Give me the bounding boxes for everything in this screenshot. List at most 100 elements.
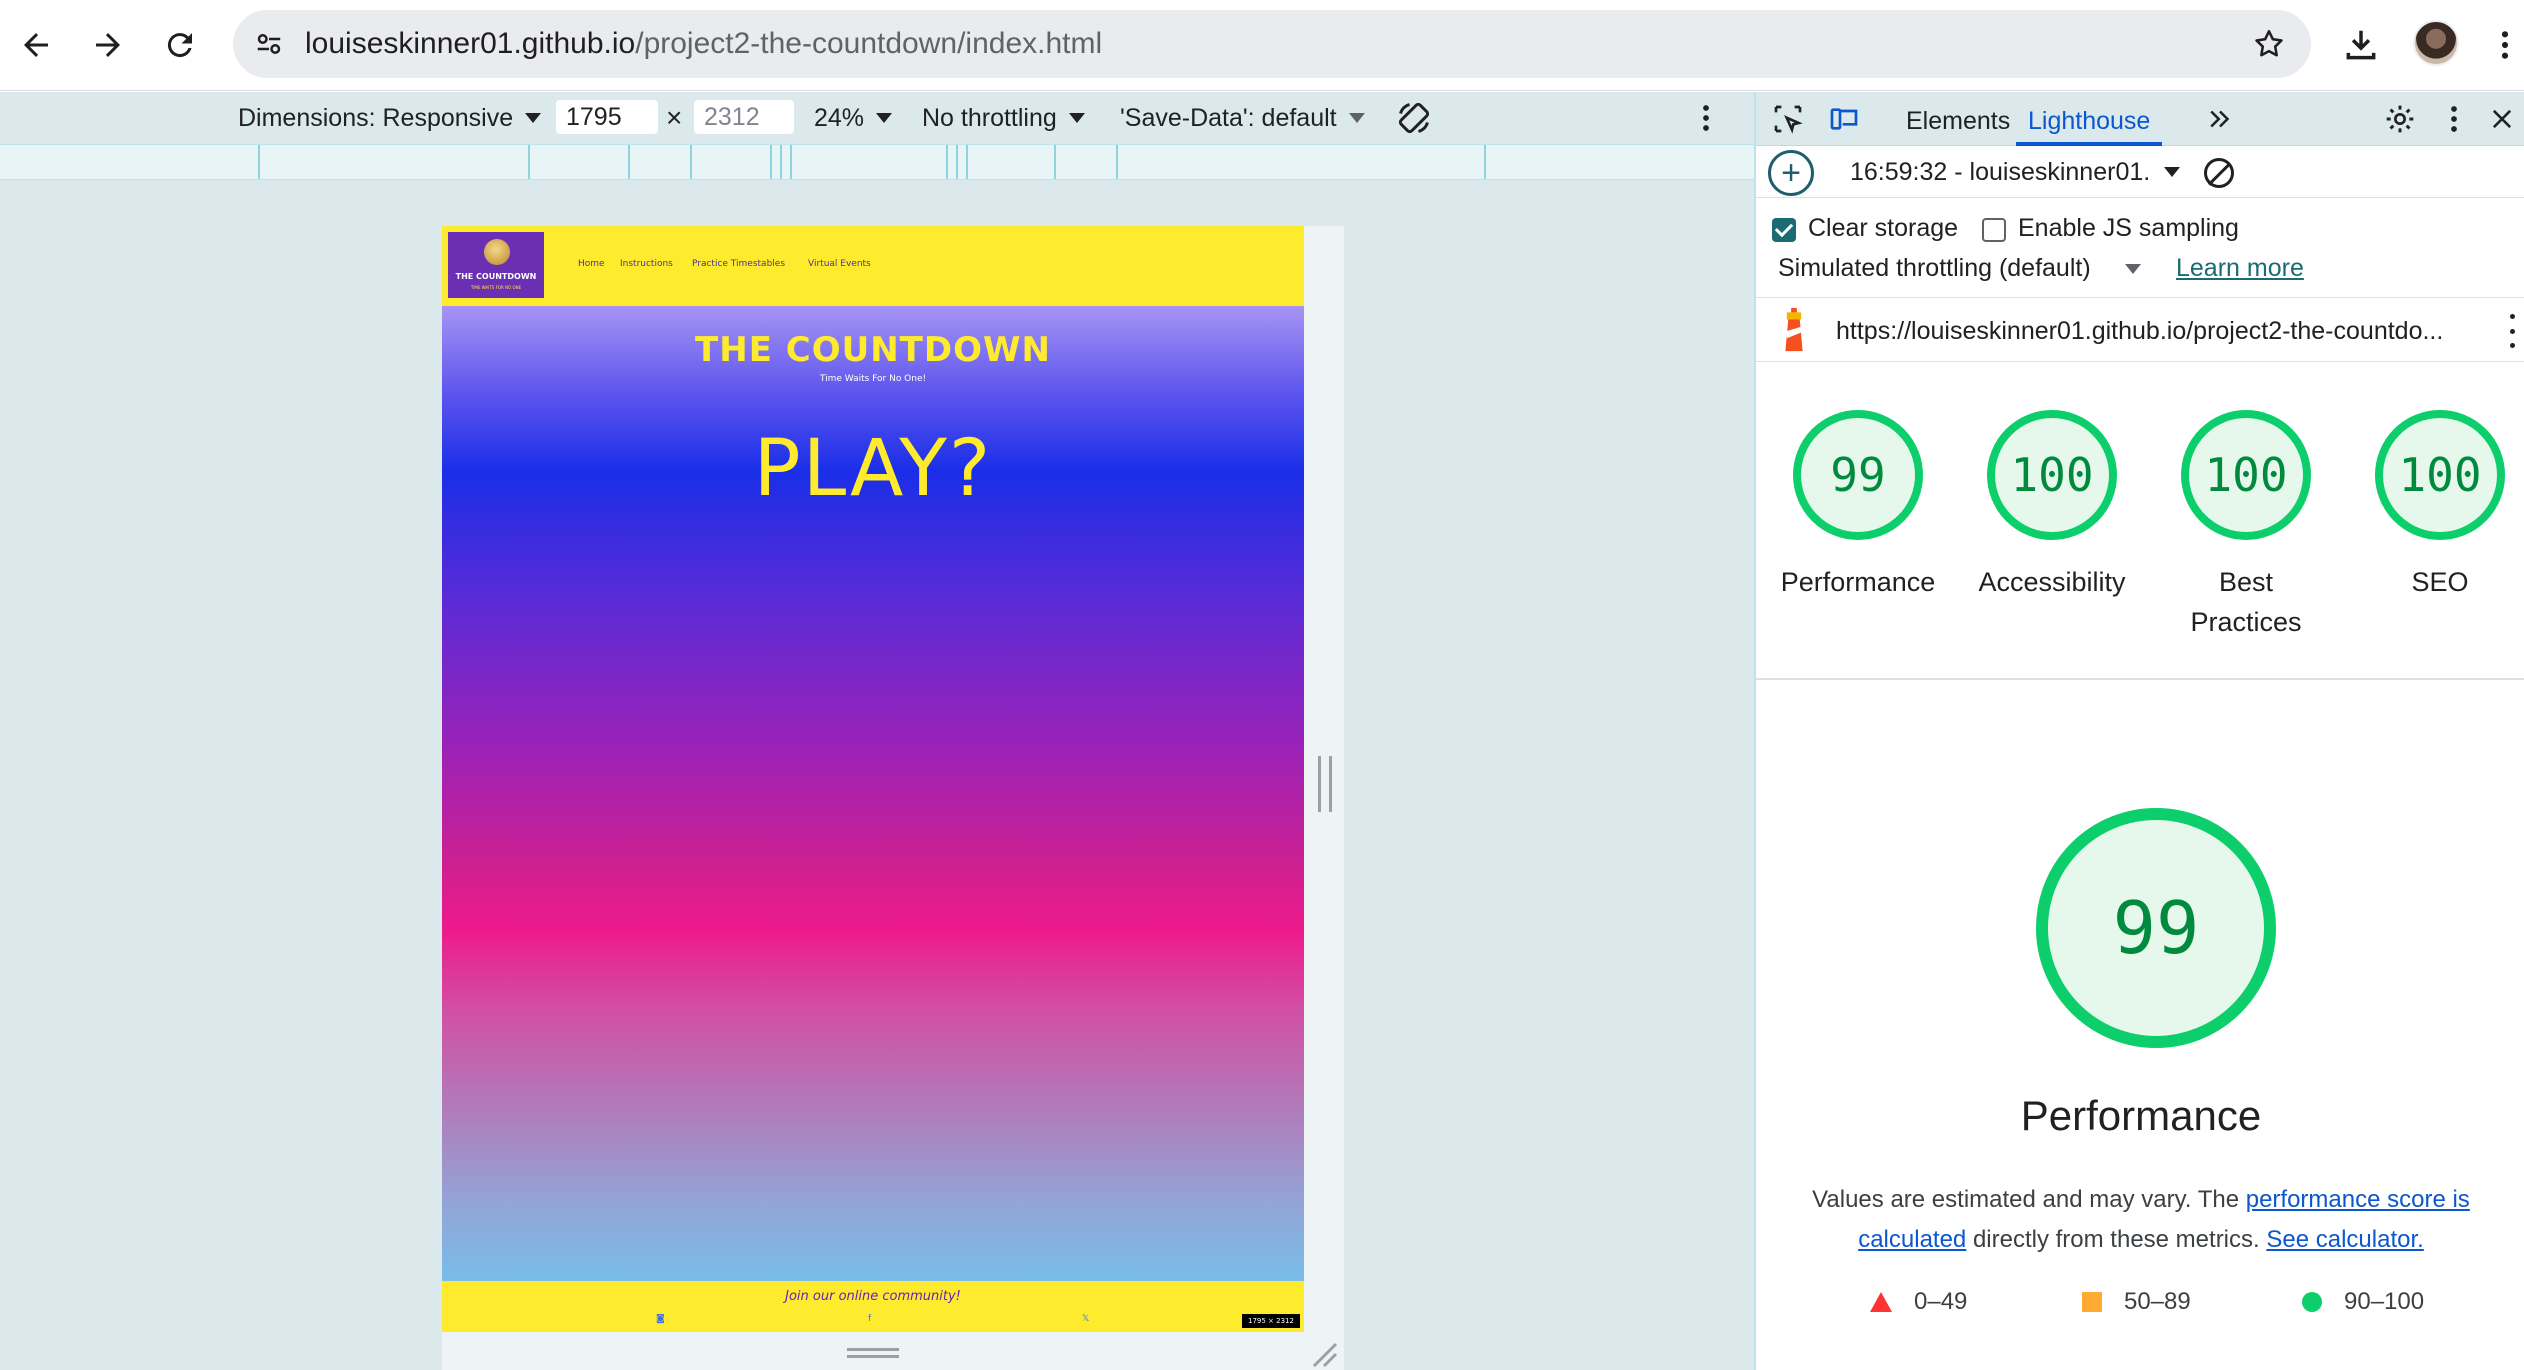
device-toolbar-menu-icon[interactable] bbox=[1702, 92, 1710, 144]
tab-elements[interactable]: Elements bbox=[1906, 92, 2010, 146]
arrow-right-icon bbox=[96, 33, 120, 57]
clear-storage-checkbox[interactable] bbox=[1772, 218, 1796, 242]
dimensions-select[interactable]: Dimensions: Responsive bbox=[238, 92, 542, 144]
resize-handle-corner[interactable] bbox=[1310, 1340, 1338, 1368]
site-nav-virtual-events[interactable]: Virtual Events bbox=[808, 259, 871, 269]
report-select-label: 16:59:32 - louiseskinner01. bbox=[1850, 158, 2151, 186]
media-query-marker[interactable] bbox=[956, 145, 958, 179]
score-label: Performance bbox=[1780, 567, 1936, 597]
caret-down-icon bbox=[2124, 263, 2141, 274]
lighthouse-options: Clear storage Enable JS sampling Simulat… bbox=[1756, 198, 2524, 298]
device-toggle-icon[interactable] bbox=[1826, 101, 1862, 137]
report-menu-icon[interactable] bbox=[2504, 314, 2520, 348]
score-gauge-performance[interactable]: 99 Performance bbox=[1760, 410, 1956, 602]
url-host: louiseskinner01.github.io bbox=[305, 27, 636, 60]
reload-button[interactable] bbox=[153, 18, 207, 72]
width-input[interactable]: 1795 bbox=[556, 100, 658, 134]
media-query-marker[interactable] bbox=[1484, 145, 1486, 179]
learn-more-link[interactable]: Learn more bbox=[2176, 254, 2304, 283]
url-path: /project2-the-countdown/index.html bbox=[635, 27, 1103, 60]
caret-down-icon bbox=[2164, 167, 2181, 177]
zoom-select[interactable]: 24% bbox=[814, 92, 893, 144]
emulated-viewport[interactable]: THE COUNTDOWN TIME WAITS FOR NO ONE Home… bbox=[442, 226, 1304, 1332]
inspect-element-icon[interactable] bbox=[1770, 101, 1806, 137]
score-gauge-best-practices[interactable]: 100 Best Practices bbox=[2148, 410, 2344, 642]
score-gauge-seo[interactable]: 100 SEO bbox=[2342, 410, 2524, 602]
device-frame: THE COUNTDOWN TIME WAITS FOR NO ONE Home… bbox=[442, 226, 1344, 1370]
height-input[interactable]: 2312 bbox=[694, 100, 794, 134]
resize-handle-right[interactable] bbox=[1318, 756, 1332, 812]
media-query-marker[interactable] bbox=[790, 145, 792, 179]
instagram-icon[interactable]: ◙ bbox=[656, 1314, 665, 1324]
score-label: SEO bbox=[2411, 567, 2469, 597]
media-query-marker[interactable] bbox=[528, 145, 530, 179]
times-icon: × bbox=[666, 102, 683, 133]
profile-avatar[interactable] bbox=[2413, 20, 2459, 66]
legend-pass: 90–100 bbox=[2302, 1288, 2424, 1316]
play-button[interactable]: PLAY? bbox=[442, 424, 1304, 514]
media-query-marker[interactable] bbox=[1116, 145, 1118, 179]
devtools-panel: Elements Lighthouse + 16:59:32 - louises… bbox=[1754, 92, 2524, 1370]
js-sampling-checkbox[interactable] bbox=[1982, 218, 2006, 242]
back-button[interactable] bbox=[9, 18, 63, 72]
save-data-select[interactable]: 'Save-Data': default bbox=[1120, 92, 1365, 144]
throttling-mode-select[interactable]: Simulated throttling (default) bbox=[1778, 254, 2141, 283]
site-nav-instructions[interactable]: Instructions bbox=[620, 259, 673, 269]
score-ring: 100 bbox=[2181, 410, 2311, 540]
bookmark-star-icon[interactable] bbox=[2247, 22, 2291, 66]
site-settings-icon[interactable] bbox=[249, 24, 289, 64]
reload-icon bbox=[167, 33, 192, 58]
settings-gear-icon[interactable] bbox=[2382, 101, 2418, 137]
report-select[interactable]: 16:59:32 - louiseskinner01. bbox=[1850, 146, 2181, 198]
score-gauge-accessibility[interactable]: 100 Accessibility bbox=[1954, 410, 2150, 602]
tab-lighthouse[interactable]: Lighthouse bbox=[2016, 92, 2163, 146]
device-emulation-area: Dimensions: Responsive 1795 × 2312 24% N… bbox=[0, 92, 1754, 1370]
coin-icon bbox=[484, 239, 510, 265]
zoom-label: 24% bbox=[814, 104, 865, 132]
more-tabs-icon[interactable] bbox=[2202, 101, 2238, 137]
see-calculator-link[interactable]: See calculator. bbox=[2266, 1226, 2423, 1253]
media-query-marker[interactable] bbox=[1054, 145, 1056, 179]
site-nav-practice-timestables[interactable]: Practice Timestables bbox=[692, 259, 785, 269]
x-twitter-icon[interactable]: 𝕏 bbox=[1082, 1314, 1089, 1324]
triangle-icon bbox=[1870, 1292, 1892, 1312]
media-query-marker[interactable] bbox=[258, 145, 260, 179]
caret-down-icon bbox=[525, 113, 542, 123]
media-query-marker[interactable] bbox=[690, 145, 692, 179]
score-ring: 100 bbox=[1987, 410, 2117, 540]
media-query-bar[interactable] bbox=[0, 144, 1754, 180]
new-report-plus-icon[interactable]: + bbox=[1768, 150, 1814, 196]
hero-subtitle: Time Waits For No One! bbox=[819, 374, 927, 384]
divider bbox=[1756, 678, 2524, 680]
media-query-marker[interactable] bbox=[628, 145, 630, 179]
download-icon[interactable] bbox=[2338, 22, 2384, 68]
legend-fail: 0–49 bbox=[1870, 1288, 1967, 1316]
devtools-tabbar: Elements Lighthouse bbox=[1756, 92, 2524, 146]
logo-title: THE COUNTDOWN bbox=[455, 272, 537, 281]
legend-label: 50–89 bbox=[2124, 1288, 2191, 1315]
throttling-select[interactable]: No throttling bbox=[922, 92, 1085, 144]
performance-title: Performance bbox=[2020, 1092, 2262, 1139]
browser-menu-icon[interactable] bbox=[2490, 22, 2520, 68]
resize-handle-bottom[interactable] bbox=[847, 1348, 899, 1360]
address-bar[interactable]: louiseskinner01.github.io/project2-the-c… bbox=[233, 10, 2311, 78]
site-logo[interactable]: THE COUNTDOWN TIME WAITS FOR NO ONE bbox=[448, 232, 544, 298]
media-query-marker[interactable] bbox=[966, 145, 968, 179]
forward-button[interactable] bbox=[81, 18, 135, 72]
score-ring: 99 bbox=[1793, 410, 1923, 540]
media-query-marker[interactable] bbox=[780, 145, 782, 179]
close-icon[interactable] bbox=[2484, 101, 2520, 137]
clear-reports-icon[interactable] bbox=[2204, 158, 2234, 188]
audited-url-row: https://louiseskinner01.github.io/projec… bbox=[1756, 300, 2524, 362]
site-nav-home[interactable]: Home bbox=[578, 259, 605, 269]
rotate-icon[interactable] bbox=[1396, 92, 1432, 144]
circle-icon bbox=[2302, 1292, 2322, 1312]
note-text: directly from these metrics. bbox=[1966, 1226, 2267, 1253]
url-text[interactable]: louiseskinner01.github.io/project2-the-c… bbox=[305, 10, 1102, 78]
note-text: Values are estimated and may vary. The bbox=[1812, 1186, 2246, 1213]
audited-url: https://louiseskinner01.github.io/projec… bbox=[1836, 317, 2444, 345]
devtools-menu-icon[interactable] bbox=[2436, 101, 2472, 137]
media-query-marker[interactable] bbox=[946, 145, 948, 179]
facebook-icon[interactable]: f bbox=[868, 1314, 871, 1324]
media-query-marker[interactable] bbox=[770, 145, 772, 179]
